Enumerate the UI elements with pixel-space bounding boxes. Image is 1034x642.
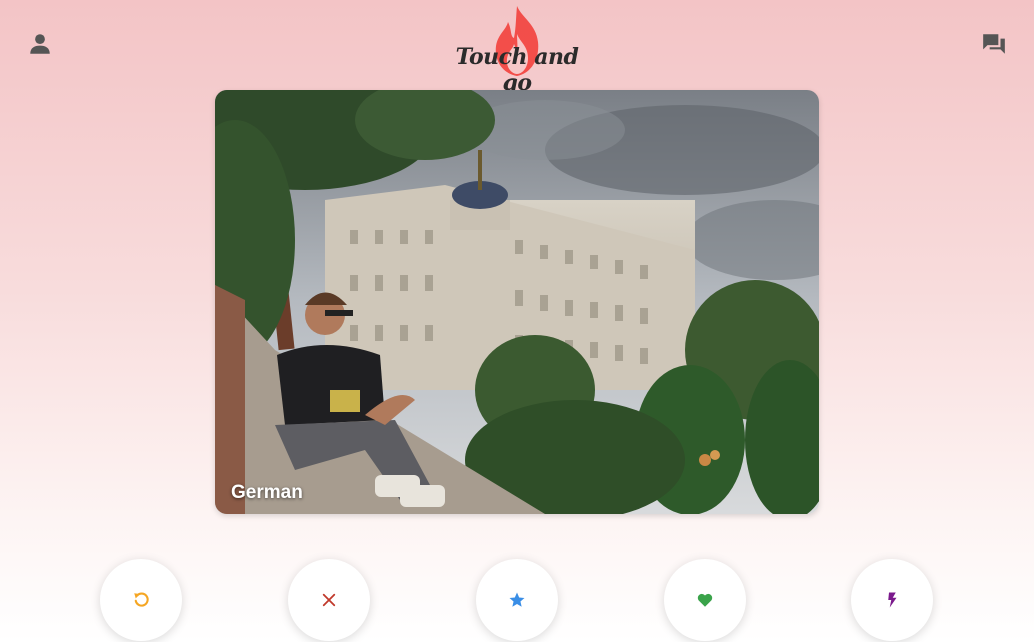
forum-icon bbox=[983, 34, 1005, 54]
profile-photo bbox=[215, 90, 819, 514]
profile-card[interactable]: German bbox=[215, 90, 819, 514]
logo-text: Touch and go bbox=[455, 44, 579, 96]
star-icon bbox=[509, 592, 525, 607]
profile-button[interactable] bbox=[26, 30, 54, 58]
boost-button[interactable] bbox=[851, 559, 933, 641]
rewind-button[interactable] bbox=[100, 559, 182, 641]
profile-name: German bbox=[231, 482, 303, 503]
undo-icon bbox=[134, 592, 149, 607]
super-like-button[interactable] bbox=[476, 559, 558, 641]
like-button[interactable] bbox=[664, 559, 746, 641]
close-icon bbox=[322, 593, 336, 607]
messages-button[interactable] bbox=[980, 30, 1008, 58]
person-icon bbox=[30, 34, 50, 54]
heart-icon bbox=[697, 593, 713, 607]
nope-button[interactable] bbox=[288, 559, 370, 641]
bolt-icon bbox=[888, 592, 897, 608]
app-logo[interactable]: Touch and go bbox=[440, 4, 594, 96]
